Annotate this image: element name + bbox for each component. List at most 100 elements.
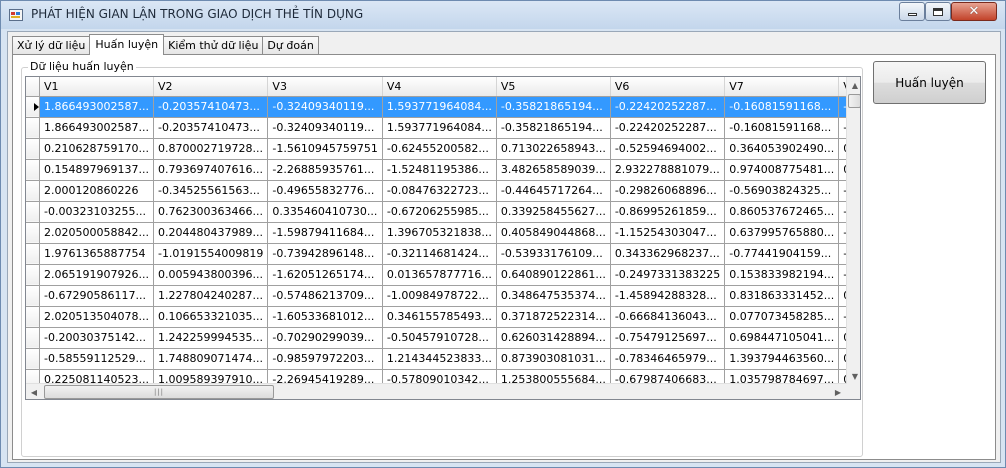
row-header[interactable] — [26, 348, 40, 370]
table-cell[interactable]: 0.405849044868... — [496, 222, 611, 244]
row-header[interactable] — [26, 96, 40, 118]
table-cell[interactable]: 0.339258455627... — [496, 201, 611, 223]
table-row[interactable]: 2.065191907926... 0.005943800396... -1.620… — [26, 264, 860, 286]
table-cell[interactable]: -1.59879411684... — [267, 222, 383, 244]
table-cell[interactable]: -0.53933176109... — [496, 243, 611, 265]
table-cell[interactable]: 1.393794463560... — [724, 348, 840, 370]
minimize-button[interactable] — [899, 2, 925, 21]
table-cell[interactable]: 0.860537672465... — [724, 201, 840, 223]
table-cell[interactable]: 0.077073458285... — [724, 306, 840, 328]
table-cell[interactable]: -0.98597972203... — [267, 348, 383, 370]
row-header[interactable] — [26, 306, 40, 328]
row-header[interactable] — [26, 117, 40, 139]
table-cell[interactable]: 1.748809071474... — [153, 348, 269, 370]
table-cell[interactable]: -0.20030375142... — [39, 327, 154, 349]
table-cell[interactable]: 0.873903081031... — [496, 348, 611, 370]
table-cell[interactable]: 0.106653321035... — [153, 306, 269, 328]
tab-data-processing[interactable]: Xử lý dữ liệu — [12, 36, 91, 54]
table-cell[interactable]: -0.58559112529... — [39, 348, 154, 370]
table-row[interactable]: 0.210628759170... 0.870002719728... -1.561… — [26, 138, 860, 160]
vertical-scrollbar[interactable]: ▲ ▼ — [846, 77, 860, 384]
table-cell[interactable]: -0.20357410473... — [153, 117, 269, 139]
table-cell[interactable]: 2.020513504078... — [39, 306, 154, 328]
table-cell[interactable]: 0.343362968237... — [610, 243, 726, 265]
table-cell[interactable]: 1.214344523833... — [382, 348, 497, 370]
table-row[interactable]: 2.020513504078... 0.106653321035... -1.605… — [26, 306, 860, 328]
grid-corner-header[interactable] — [26, 77, 40, 97]
table-cell[interactable]: 0.346155785493... — [382, 306, 497, 328]
table-cell[interactable]: 0.154897969137... — [39, 159, 154, 181]
table-cell[interactable]: -0.16081591168... — [724, 96, 840, 118]
table-cell[interactable]: -0.52594694002... — [610, 138, 726, 160]
scroll-left-icon[interactable]: ◀ — [26, 384, 42, 399]
table-cell[interactable]: -0.22420252287... — [610, 96, 726, 118]
table-cell[interactable]: -1.52481195386... — [382, 159, 497, 181]
table-cell[interactable]: 1.593771964084... — [382, 117, 497, 139]
horizontal-scroll-thumb[interactable]: ||| — [44, 385, 274, 399]
table-cell[interactable]: -1.0191554009819 — [153, 243, 269, 265]
row-header[interactable] — [26, 159, 40, 181]
table-cell[interactable]: -0.67290586117... — [39, 285, 154, 307]
row-header[interactable] — [26, 243, 40, 265]
horizontal-scrollbar[interactable]: ◀ ||| ▶ — [26, 383, 846, 399]
table-cell[interactable]: -0.32114681424... — [382, 243, 497, 265]
table-cell[interactable]: 2.065191907926... — [39, 264, 154, 286]
training-data-grid[interactable]: V1 V2 V3 V4 V5 V6 V7 V8 1.866493002587..… — [25, 76, 861, 400]
column-header[interactable]: V5 — [496, 77, 611, 97]
table-cell[interactable]: 0.637995765880... — [724, 222, 840, 244]
table-cell[interactable]: -0.32409340119... — [267, 96, 383, 118]
table-row[interactable]: 1.866493002587... -0.20357410473... -0.324… — [26, 117, 860, 139]
tab-prediction[interactable]: Dự đoán — [262, 36, 319, 54]
maximize-button[interactable] — [925, 2, 951, 21]
table-cell[interactable]: 0.371872522314... — [496, 306, 611, 328]
table-cell[interactable]: 0.153833982194... — [724, 264, 840, 286]
table-cell[interactable]: -0.77441904159... — [724, 243, 840, 265]
table-cell[interactable]: -0.49655832776... — [267, 180, 383, 202]
scroll-up-icon[interactable]: ▲ — [847, 77, 860, 93]
column-header[interactable]: V1 — [39, 77, 154, 97]
row-header[interactable] — [26, 201, 40, 223]
tab-training[interactable]: Huấn luyện — [89, 34, 165, 55]
table-cell[interactable]: 0.974008775481... — [724, 159, 840, 181]
table-cell[interactable]: -2.26885935761... — [267, 159, 383, 181]
table-cell[interactable]: -0.34525561563... — [153, 180, 269, 202]
table-cell[interactable]: 1.866493002587... — [39, 117, 154, 139]
table-cell[interactable]: -1.15254303047... — [610, 222, 726, 244]
table-row[interactable]: 0.154897969137... 0.793697407616... -2.268… — [26, 159, 860, 181]
close-button[interactable]: ✕ — [951, 2, 997, 21]
table-cell[interactable]: 1.866493002587... — [39, 96, 154, 118]
table-cell[interactable]: -0.56903824325... — [724, 180, 840, 202]
table-cell[interactable]: -0.66684136043... — [610, 306, 726, 328]
table-cell[interactable]: -0.57486213709... — [267, 285, 383, 307]
table-cell[interactable]: -0.08476322723... — [382, 180, 497, 202]
table-cell[interactable]: 0.698447105041... — [724, 327, 840, 349]
table-cell[interactable]: 0.793697407616... — [153, 159, 269, 181]
table-cell[interactable]: 0.364053902490... — [724, 138, 840, 160]
table-cell[interactable]: -0.50457910728... — [382, 327, 497, 349]
table-cell[interactable]: -0.32409340119... — [267, 117, 383, 139]
table-cell[interactable]: -0.35821865194... — [496, 96, 611, 118]
train-button[interactable]: Huấn luyện — [873, 61, 986, 104]
table-cell[interactable]: -0.70290299039... — [267, 327, 383, 349]
table-row[interactable]: 1.9761365887754 -1.0191554009819 -0.739428… — [26, 243, 860, 265]
column-header[interactable]: V2 — [153, 77, 269, 97]
table-cell[interactable]: 2.932278881079... — [610, 159, 726, 181]
table-cell[interactable]: -0.20357410473... — [153, 96, 269, 118]
table-cell[interactable]: 0.762300363466... — [153, 201, 269, 223]
table-cell[interactable]: -0.62455200582... — [382, 138, 497, 160]
table-cell[interactable]: -0.29826068896... — [610, 180, 726, 202]
table-cell[interactable]: 3.482658589039... — [496, 159, 611, 181]
column-header[interactable]: V6 — [610, 77, 726, 97]
table-cell[interactable]: 0.348647535374... — [496, 285, 611, 307]
table-cell[interactable]: 1.396705321838... — [382, 222, 497, 244]
table-cell[interactable]: 0.870002719728... — [153, 138, 269, 160]
scroll-right-icon[interactable]: ▶ — [830, 384, 846, 399]
row-header[interactable] — [26, 138, 40, 160]
table-cell[interactable]: 0.640890122861... — [496, 264, 611, 286]
table-row[interactable]: 2.000120860226 -0.34525561563... -0.496558… — [26, 180, 860, 202]
table-row[interactable]: 1.866493002587... -0.20357410473... -0.324… — [26, 96, 860, 118]
table-cell[interactable]: -1.00984978722... — [382, 285, 497, 307]
table-row[interactable]: -0.67290586117... 1.227804240287... -0.574… — [26, 285, 860, 307]
table-cell[interactable]: 2.020500058842... — [39, 222, 154, 244]
table-cell[interactable]: -0.86995261859... — [610, 201, 726, 223]
